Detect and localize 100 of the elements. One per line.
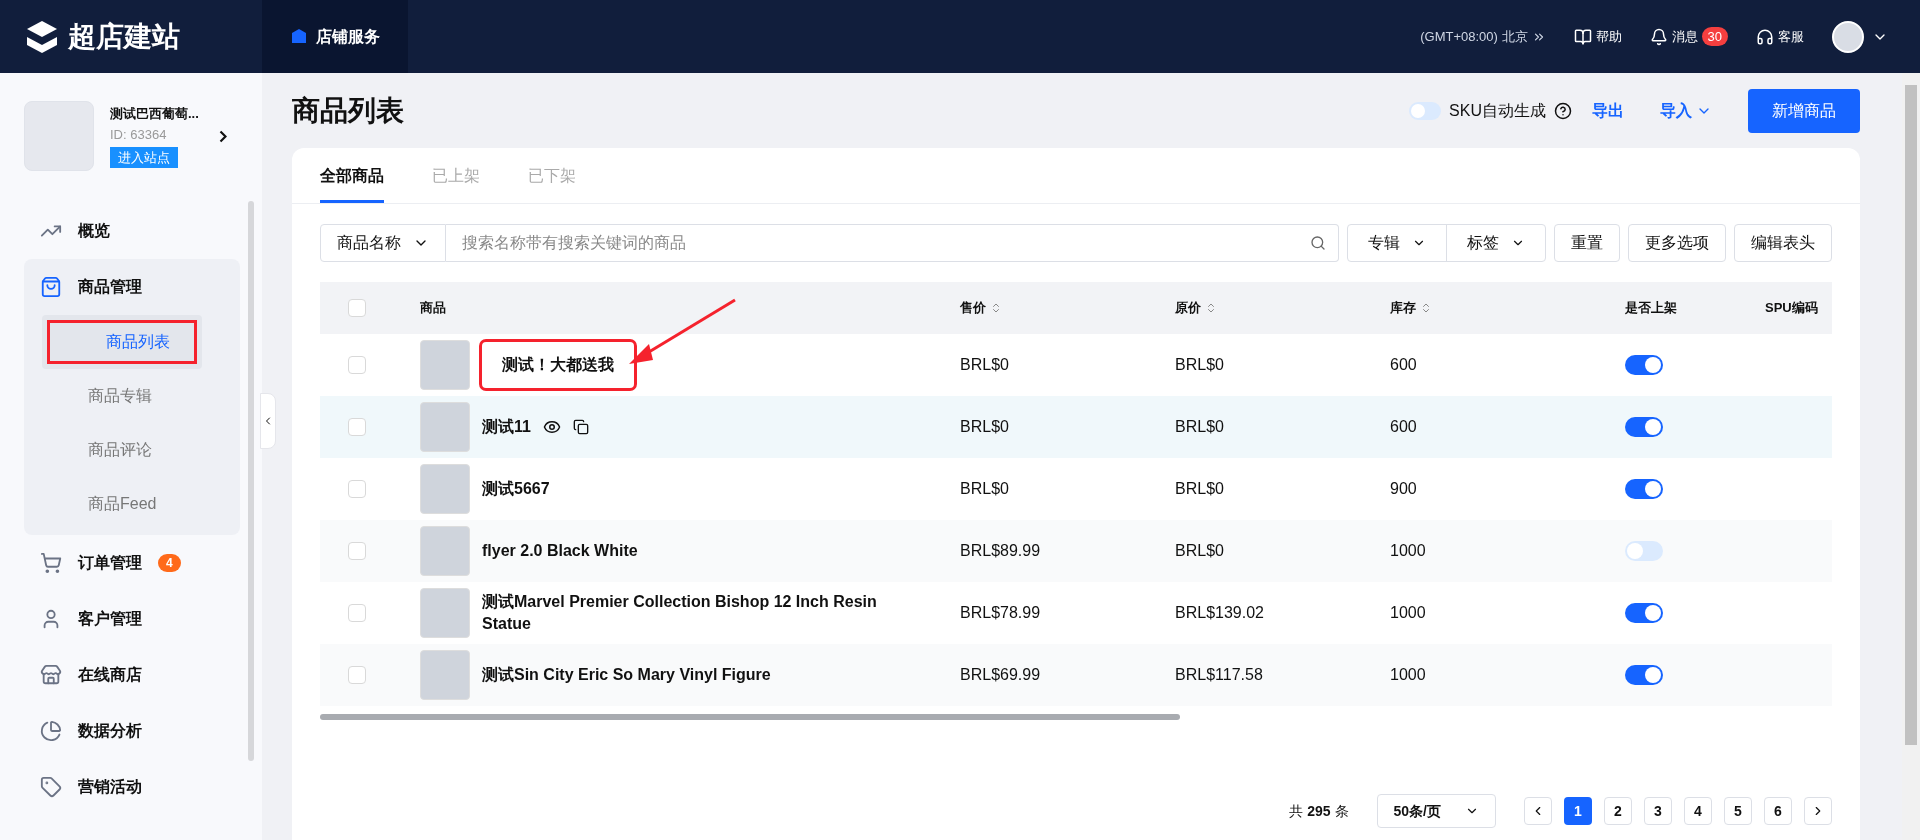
product-name[interactable]: 测试5667 (482, 478, 550, 500)
stock-cell-text: 1000 (1390, 603, 1427, 623)
product-photo-placeholder (420, 402, 470, 452)
menu-item[interactable]: 商品管理 (24, 259, 240, 315)
import-dropdown[interactable]: 导入 (1660, 98, 1712, 123)
search-icon[interactable] (1310, 235, 1326, 251)
tab[interactable]: 全部商品 (320, 164, 384, 203)
row-checkbox[interactable] (348, 666, 366, 684)
price-cell-text: BRL$0 (960, 417, 1010, 437)
toggle-switch[interactable] (1625, 603, 1663, 623)
product-name[interactable]: 测试11 (482, 416, 531, 438)
filter-button[interactable]: 重置 (1554, 224, 1620, 262)
chevron-right-icon[interactable] (218, 129, 227, 143)
logo-icon (24, 18, 60, 55)
column-header[interactable]: 原价 (1175, 298, 1201, 318)
stock-cell-text: 600 (1390, 355, 1418, 375)
original-price-cell-text: BRL$139.02 (1175, 603, 1265, 623)
field-select[interactable]: 商品名称 (320, 224, 446, 262)
cart-icon (40, 552, 62, 574)
toggle-switch[interactable] (1625, 479, 1663, 499)
filter-dropdown[interactable]: 专辑 (1348, 225, 1446, 261)
total-count: 共 295 条 (1289, 801, 1349, 821)
bell-icon (1649, 27, 1668, 46)
original-price-cell-text: BRL$0 (1175, 479, 1225, 499)
logo-text: 超店建站 (68, 19, 180, 54)
page-button[interactable]: 3 (1644, 797, 1672, 825)
row-checkbox[interactable] (348, 356, 366, 374)
messages-link[interactable]: 消息 30 (1649, 26, 1728, 47)
prev-page-button[interactable] (1524, 797, 1552, 825)
page-button[interactable]: 6 (1764, 797, 1792, 825)
price-cell-text: BRL$0 (960, 479, 1010, 499)
store-id: ID: 63364 (110, 126, 168, 145)
price-cell-text: BRL$69.99 (960, 665, 1042, 685)
menu-item[interactable]: 数据分析 (24, 703, 240, 759)
column-header[interactable]: 库存 (1390, 298, 1416, 318)
original-price-cell-text: BRL$0 (1175, 541, 1225, 561)
page-size-select[interactable]: 50条/页 (1376, 794, 1496, 828)
store-name: 测试巴西葡萄... (110, 104, 199, 123)
product-photo-placeholder (420, 340, 470, 390)
menu-item[interactable]: 订单管理 4 (24, 535, 240, 591)
product-photo-placeholder (420, 588, 470, 638)
add-product-button[interactable]: 新增商品 (1748, 88, 1860, 133)
row-checkbox[interactable] (348, 418, 366, 436)
menu-item[interactable]: 概览 (24, 203, 240, 259)
avatar[interactable] (1832, 20, 1864, 53)
sort-icon (990, 302, 1002, 314)
toggle-switch[interactable] (1625, 541, 1663, 561)
collapse-handle[interactable] (260, 393, 276, 449)
submenu-item[interactable]: 商品Feed (24, 477, 240, 531)
row-checkbox[interactable] (348, 604, 366, 622)
product-name[interactable]: 测试Sin City Eric So Mary Vinyl Figure (482, 664, 771, 686)
toggle-switch[interactable] (1625, 355, 1663, 375)
shop-icon (290, 27, 308, 46)
submenu-item[interactable]: 商品专辑 (24, 369, 240, 423)
sku-toggle-label: SKU自动生成 (1449, 100, 1546, 121)
nav-tab[interactable]: 店铺服务 (262, 0, 408, 73)
page-button[interactable]: 1 (1564, 797, 1592, 825)
menu-item[interactable]: 客户管理 (24, 591, 240, 647)
filter-dropdown[interactable]: 标签 (1446, 225, 1545, 261)
next-page-button[interactable] (1804, 797, 1832, 825)
page-button[interactable]: 4 (1684, 797, 1712, 825)
service-link[interactable]: 客服 (1756, 26, 1804, 47)
toggle-switch[interactable] (1409, 101, 1442, 120)
submenu-item[interactable]: 商品列表 (42, 315, 202, 369)
scrollbar-thumb[interactable] (1905, 85, 1917, 745)
stock-cell-text: 1000 (1390, 665, 1427, 685)
store-image (24, 101, 94, 171)
original-price-cell-text: BRL$0 (1175, 355, 1225, 375)
product-name[interactable]: 测试！大都送我 (482, 342, 634, 388)
product-name[interactable]: flyer 2.0 Black White (482, 540, 638, 562)
row-checkbox[interactable] (348, 542, 366, 560)
page-button[interactable]: 2 (1604, 797, 1632, 825)
filter-button[interactable]: 更多选项 (1628, 224, 1726, 262)
headset-icon (1756, 27, 1774, 46)
stock-cell-text: 1000 (1390, 541, 1427, 561)
select-all-checkbox[interactable] (348, 299, 366, 317)
submenu-item[interactable]: 商品评论 (24, 423, 240, 477)
timezone-link[interactable]: (GMT+08:00) 北京 (1420, 26, 1546, 47)
help-link[interactable]: 帮助 (1573, 26, 1622, 47)
menu-item[interactable]: 在线商店 (24, 647, 240, 703)
filter-button[interactable]: 编辑表头 (1734, 224, 1832, 262)
message-count-badge: 30 (1701, 26, 1728, 47)
product-name[interactable]: 测试Marvel Premier Collection Bishop 12 Inch Resin Statue (482, 591, 922, 635)
book-icon (1573, 27, 1592, 46)
product-photo-placeholder (420, 650, 470, 700)
toggle-switch[interactable] (1625, 665, 1663, 685)
pie-chart-icon (40, 720, 62, 742)
product-photo-placeholder (420, 526, 470, 576)
bag-icon (40, 276, 62, 298)
sort-icon (1205, 302, 1217, 314)
export-link[interactable]: 导出 (1592, 98, 1624, 123)
price-cell-text: BRL$78.99 (960, 603, 1042, 623)
column-header[interactable]: 售价 (960, 298, 986, 318)
menu-item[interactable]: 营销活动 (24, 759, 240, 815)
stock-cell-text: 600 (1390, 417, 1418, 437)
toggle-switch[interactable] (1625, 417, 1663, 437)
store-icon (40, 664, 62, 686)
page-button[interactable]: 5 (1724, 797, 1752, 825)
row-checkbox[interactable] (348, 480, 366, 498)
product-photo-placeholder (420, 464, 470, 514)
